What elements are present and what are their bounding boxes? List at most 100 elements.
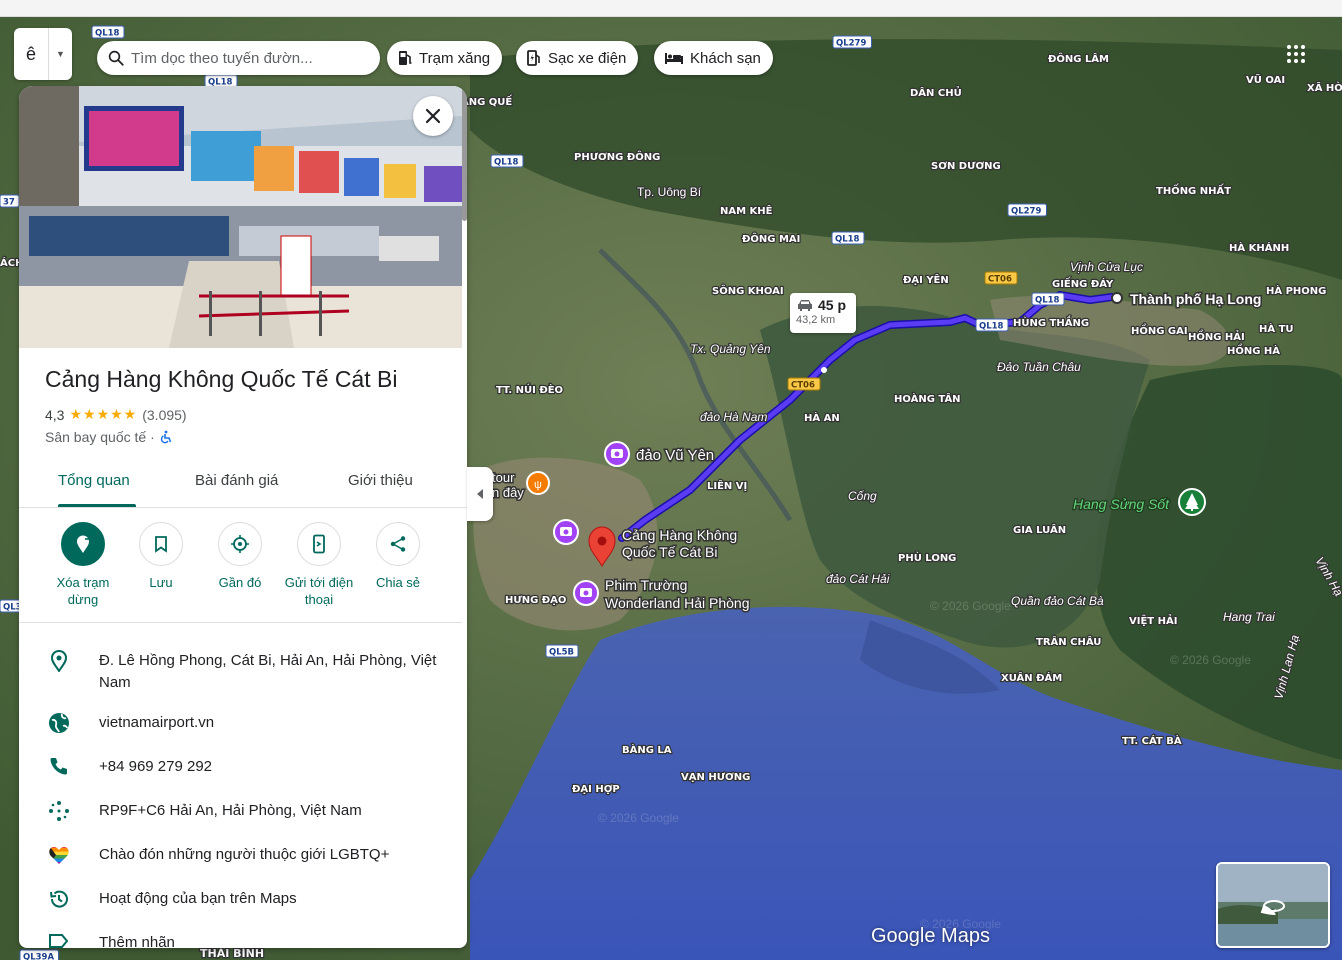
- map-place-label: đảo Cát Hải: [826, 572, 890, 586]
- chip-gas-station[interactable]: Trạm xăng: [387, 41, 503, 75]
- map-place-label: HOÀNG TÂN: [894, 392, 961, 405]
- close-button[interactable]: [413, 96, 453, 136]
- svg-text:Cảng Hàng Không: Cảng Hàng Không: [622, 527, 737, 543]
- destination-label: Thành phố Hạ Long: [1130, 291, 1261, 307]
- info-text: +84 969 279 292: [99, 758, 213, 775]
- svg-text:ψ: ψ: [534, 479, 542, 491]
- nearby-button[interactable]: Gần đó: [200, 522, 280, 591]
- tab-about[interactable]: Giới thiệu: [348, 472, 413, 489]
- browser-strip: [0, 0, 1342, 17]
- info-text: Chào đón những người thuộc giới LGBTQ+: [99, 846, 390, 863]
- chip-ev-charger[interactable]: Sạc xe điện: [516, 41, 639, 75]
- map-place-label: HÀ TU: [1259, 322, 1294, 335]
- info-lgbtq[interactable]: Chào đón những người thuộc giới LGBTQ+: [19, 844, 462, 866]
- map-watermark: © 2026 Google: [598, 811, 679, 825]
- google-maps-logo: Google Maps: [871, 925, 990, 947]
- svg-text:Hang Sửng Sốt: Hang Sửng Sốt: [1073, 496, 1170, 512]
- place-category[interactable]: Sân bay quốc tế ·: [45, 429, 155, 445]
- active-tab-indicator: [58, 504, 136, 507]
- review-count[interactable]: (3.095): [142, 407, 186, 423]
- info-phone[interactable]: +84 969 279 292: [19, 756, 462, 778]
- history-icon: [50, 890, 68, 908]
- svg-text:CT06: CT06: [791, 381, 815, 391]
- info-activity[interactable]: Hoạt động của bạn trên Maps: [19, 888, 462, 910]
- info-address[interactable]: Đ. Lê Hồng Phong, Cát Bi, Hải An, Hải Ph…: [19, 650, 462, 694]
- info-add-label[interactable]: Thêm nhãn: [19, 932, 462, 948]
- info-plus-code[interactable]: RP9F+C6 Hải An, Hải Phòng, Việt Nam: [19, 800, 462, 822]
- search-icon[interactable]: [107, 49, 125, 67]
- action-label: Lưu: [149, 575, 173, 590]
- province-label: THÁI BÌNH: [200, 947, 264, 960]
- svg-text:Quốc Tế Cát Bi: Quốc Tế Cát Bi: [622, 544, 717, 560]
- map-place-label: PHƯƠNG ĐÔNG: [574, 150, 660, 163]
- place-photo[interactable]: [19, 86, 462, 348]
- map-place-label: Vịnh Cửa Lục: [1070, 260, 1143, 274]
- destination-dot: [1111, 292, 1123, 304]
- route-search-box[interactable]: [97, 41, 380, 75]
- road-shield: QL279: [1007, 203, 1047, 217]
- svg-text:37: 37: [3, 198, 15, 208]
- tab-overview[interactable]: Tổng quan: [58, 472, 130, 489]
- place-tabs: Tổng quan Bài đánh giá Giới thiệu: [19, 464, 467, 508]
- nearby-icon: [231, 535, 249, 553]
- map-place-label: TRÂN CHÂU: [1036, 635, 1101, 648]
- remove-stop-icon: [77, 535, 89, 553]
- map-place-label: SÔNG KHOAI: [712, 284, 784, 297]
- map-place-label: HÀ AN: [804, 411, 840, 424]
- road-shield: CT06: [787, 377, 821, 391]
- map-place-label: ĐẠI YÊN: [903, 273, 949, 286]
- info-website[interactable]: vietnamairport.vn: [19, 712, 462, 734]
- road-shield: QL18: [490, 154, 524, 168]
- label-icon: [49, 934, 69, 948]
- action-label: Gần đó: [218, 575, 262, 590]
- map-place-label: Tp. Uông Bí: [637, 185, 702, 199]
- map-place-label: Quần đảo Cát Bà: [1011, 594, 1104, 608]
- apps-grid-button[interactable]: [1280, 38, 1312, 70]
- route-info-badge[interactable]: 45 p 43,2 km: [790, 293, 856, 333]
- road-shield: QL18: [91, 25, 125, 39]
- svg-text:QL18: QL18: [494, 158, 519, 168]
- svg-text:QL18: QL18: [979, 322, 1004, 332]
- save-button[interactable]: Lưu: [121, 522, 201, 591]
- collapse-panel-button[interactable]: [467, 467, 493, 521]
- svg-text:n đây: n đây: [492, 485, 524, 500]
- place-title: Cảng Hàng Không Quốc Tế Cát Bi: [45, 366, 398, 392]
- rotate-360-icon: [1263, 900, 1285, 914]
- map-place-label: ĐÔNG LÂM: [1048, 52, 1109, 65]
- map-place-label: HÀ KHÁNH: [1229, 241, 1289, 254]
- info-text: vietnamairport.vn: [99, 714, 215, 731]
- map-place-label: đảo Hà Nam: [700, 410, 767, 424]
- chevron-down-icon[interactable]: ▼: [48, 28, 72, 80]
- panel-scrollbar[interactable]: [462, 86, 467, 221]
- svg-text:© 2026 Google: © 2026 Google: [930, 599, 1011, 613]
- road-shield: QL5B: [545, 644, 579, 658]
- svg-text:QL18: QL18: [1035, 296, 1060, 306]
- street-view-thumbnail[interactable]: [1216, 862, 1330, 948]
- map-place-label: TT. CÁT BÀ: [1122, 734, 1182, 747]
- road-shield: 37: [0, 194, 20, 208]
- map-place-label: HƯNG ĐẠO: [505, 595, 566, 606]
- tab-reviews[interactable]: Bài đánh giá: [195, 472, 278, 489]
- send-to-phone-icon: [313, 534, 325, 554]
- share-button[interactable]: Chia sẻ: [358, 522, 438, 591]
- svg-text:QL5B: QL5B: [549, 648, 574, 658]
- rating-row[interactable]: 4,3 ★★★★★ (3.095): [45, 406, 187, 423]
- map-place-label: BÀNG LA: [622, 743, 672, 756]
- bookmark-icon: [155, 536, 167, 553]
- chip-label: Sạc xe điện: [548, 49, 627, 67]
- svg-text:QL18: QL18: [95, 29, 120, 39]
- map-place-label: Hang Trai: [1223, 610, 1275, 624]
- plus-code-icon: [49, 801, 69, 821]
- map-place-label: DÂN CHỦ: [910, 85, 962, 99]
- send-to-phone-button[interactable]: Gửi tới điện thoại: [279, 522, 359, 608]
- svg-text:© 2026 Google: © 2026 Google: [1170, 653, 1251, 667]
- menu-glyph: ê: [25, 43, 36, 64]
- remove-stop-button[interactable]: Xóa trạm dừng: [43, 522, 123, 608]
- info-text: Thêm nhãn: [99, 934, 175, 948]
- map-place-label: Tx. Quảng Yên: [690, 342, 771, 356]
- search-input[interactable]: [131, 49, 361, 67]
- gas-station-icon: [399, 51, 412, 65]
- chip-hotel[interactable]: Khách sạn: [654, 41, 773, 75]
- rating-value: 4,3: [45, 406, 65, 423]
- menu-button[interactable]: ê ▼: [14, 28, 72, 80]
